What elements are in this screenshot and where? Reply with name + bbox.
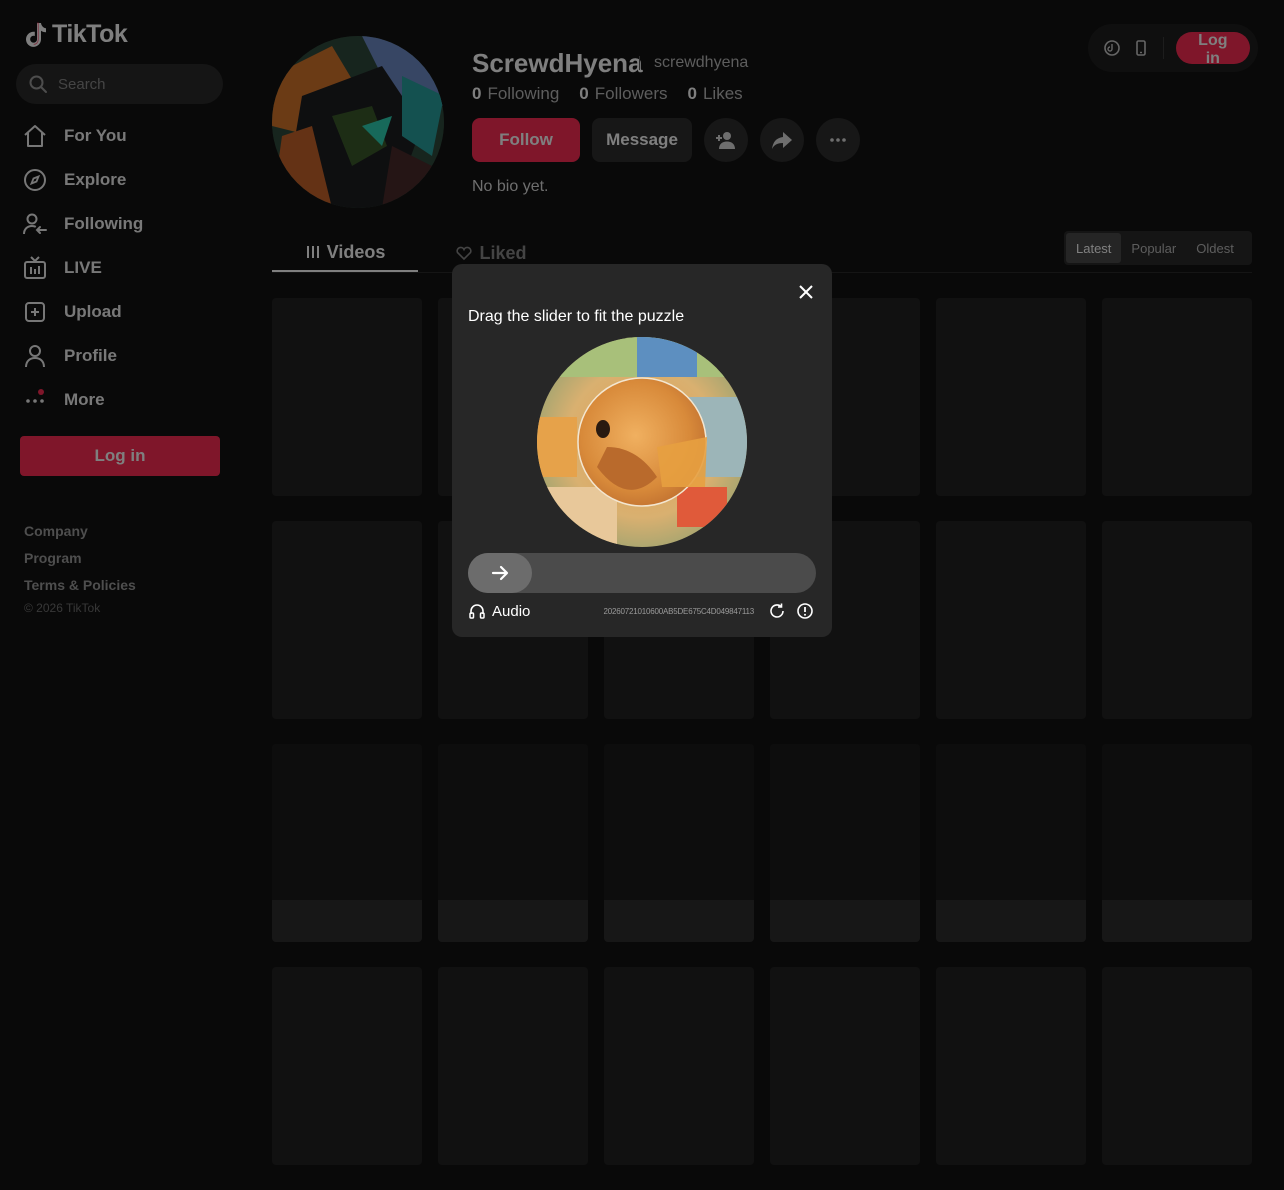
refresh-icon	[770, 603, 784, 618]
captcha-title: Drag the slider to fit the puzzle	[468, 308, 685, 325]
arrow-right-icon	[491, 565, 509, 581]
captcha-footer: Audio 20260721010600AB5DE675C4D049847113	[468, 600, 816, 622]
captcha-code: 20260721010600AB5DE675C4D049847113	[603, 606, 754, 616]
captcha-slider-handle[interactable]	[468, 553, 532, 593]
audio-label: Audio	[492, 602, 531, 620]
headphones-icon	[469, 604, 485, 619]
close-icon	[799, 285, 813, 299]
captcha-puzzle-image	[537, 337, 747, 547]
info-icon	[797, 603, 813, 619]
captcha-dialog: Drag the slider to fit the puzzle Audio …	[452, 264, 832, 637]
report-button[interactable]	[794, 600, 816, 622]
close-button[interactable]	[792, 278, 820, 306]
captcha-slider-track[interactable]	[468, 553, 816, 593]
refresh-button[interactable]	[766, 600, 788, 622]
audio-captcha-button[interactable]: Audio	[468, 602, 530, 620]
